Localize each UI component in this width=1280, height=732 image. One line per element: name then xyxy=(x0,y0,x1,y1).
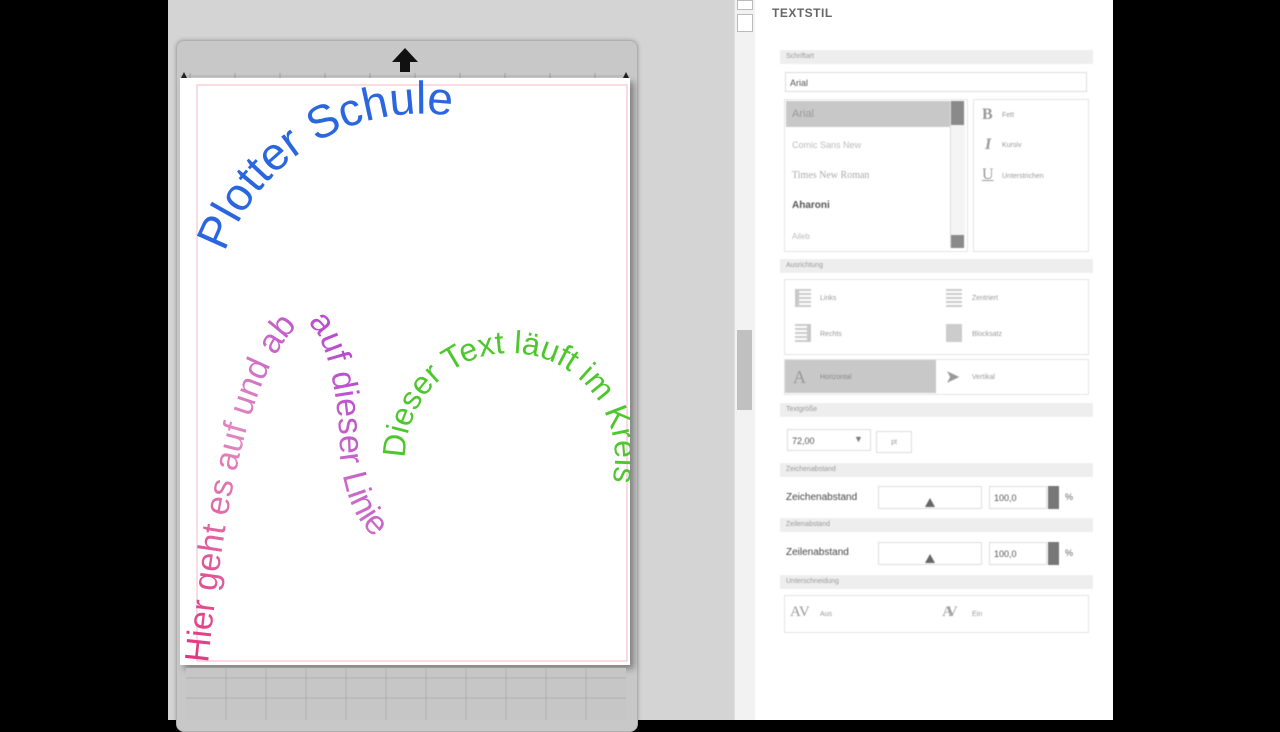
section-ausrichtung: Ausrichtung xyxy=(780,259,1093,273)
section-unterschneidung: Unterschneidung xyxy=(780,575,1093,589)
panel-title: TEXTSTIL xyxy=(772,6,833,20)
char-spacing-slider-thumb[interactable] xyxy=(925,498,935,507)
direction-vertical-label[interactable]: Vertikal xyxy=(972,374,995,381)
align-justify-icon[interactable] xyxy=(946,324,962,342)
bold-label[interactable]: Fett xyxy=(1002,112,1014,119)
font-item-arial[interactable]: Arial xyxy=(792,108,814,120)
canvas-drawing: Plotter Schule Dieser Text läuft im Krei… xyxy=(180,78,630,664)
font-item-times[interactable]: Times New Roman xyxy=(792,170,869,181)
font-list-scroll-up-icon[interactable] xyxy=(951,101,964,125)
align-center-icon[interactable] xyxy=(946,289,962,307)
char-spacing-label: Zeichenabstand xyxy=(786,492,858,503)
font-item-comic[interactable]: Comic Sans New xyxy=(792,140,861,150)
video-letterbox-left xyxy=(0,0,168,720)
section-zeichenabstand: Zeichenabstand xyxy=(780,463,1093,477)
kerning-off-icon[interactable]: AV xyxy=(790,604,810,621)
line-spacing-unit: % xyxy=(1065,548,1074,558)
line-spacing-input[interactable]: 100,0 xyxy=(989,542,1047,565)
line-spacing-stepper[interactable] xyxy=(1048,542,1059,565)
text-size-unit-button[interactable]: pt xyxy=(876,431,912,453)
kerning-on-label[interactable]: Ein xyxy=(972,611,982,618)
kerning-off-label[interactable]: Aus xyxy=(820,611,832,618)
plotter-schule-text[interactable]: Plotter Schule xyxy=(186,78,455,256)
direction-horizontal-label: Horizontal xyxy=(820,374,852,381)
bottom-ruler xyxy=(186,668,626,720)
section-textgroesse: Textgröße xyxy=(780,403,1093,417)
line-spacing-label: Zeilenabstand xyxy=(786,547,849,558)
horizontal-text-icon: A xyxy=(793,367,806,387)
wave-text[interactable]: Hier geht es auf und ab auf dieser Linie xyxy=(180,293,397,664)
bold-icon[interactable]: B xyxy=(982,106,993,124)
align-left-label[interactable]: Links xyxy=(820,295,836,302)
line-spacing-slider-thumb[interactable] xyxy=(925,554,935,563)
font-name-input[interactable]: Arial xyxy=(785,72,1087,92)
text-size-dropdown-icon[interactable]: ▼ xyxy=(854,434,863,444)
t1-path-text: Dieser Text läuft im Kreis xyxy=(376,324,630,486)
scroll-top-button[interactable] xyxy=(737,0,753,10)
align-center-label[interactable]: Zentriert xyxy=(972,295,998,302)
section-zeilenabstand: Zeilenabstand xyxy=(780,518,1093,532)
align-right-label[interactable]: Rechts xyxy=(820,331,842,338)
circle-text[interactable]: Dieser Text läuft im Kreis xyxy=(376,324,630,486)
font-item-aharoni[interactable]: Aharoni xyxy=(792,200,830,211)
align-justify-label[interactable]: Blocksatz xyxy=(972,331,1002,338)
section-schriftart: Schriftart xyxy=(780,50,1093,64)
italic-label[interactable]: Kursiv xyxy=(1002,142,1021,149)
kerning-on-icon[interactable]: AV xyxy=(942,604,958,621)
scroll-up-arrow-icon[interactable] xyxy=(737,14,753,32)
char-spacing-stepper[interactable] xyxy=(1048,486,1059,509)
underline-icon[interactable]: U xyxy=(982,166,994,184)
video-letterbox-right xyxy=(1113,0,1280,720)
underline-label[interactable]: Unterstrichen xyxy=(1002,173,1044,180)
scrollbar-thumb[interactable] xyxy=(737,330,752,410)
align-right-icon[interactable] xyxy=(795,324,811,342)
alignment-box xyxy=(784,279,1089,355)
t0-path-text: Plotter Schule xyxy=(186,78,455,256)
vertical-text-icon[interactable]: ➤ xyxy=(946,367,959,387)
font-list-scroll-down-icon[interactable] xyxy=(951,235,964,248)
t2-path-text: Hier geht es auf und ab auf dieser Linie xyxy=(180,293,397,664)
font-item-aileb[interactable]: Aileb xyxy=(792,232,810,241)
direction-horizontal-button[interactable] xyxy=(785,360,936,393)
char-spacing-input[interactable]: 100,0 xyxy=(989,486,1047,509)
char-spacing-unit: % xyxy=(1065,492,1074,502)
italic-icon[interactable]: I xyxy=(985,136,991,154)
align-left-icon[interactable] xyxy=(795,289,811,307)
